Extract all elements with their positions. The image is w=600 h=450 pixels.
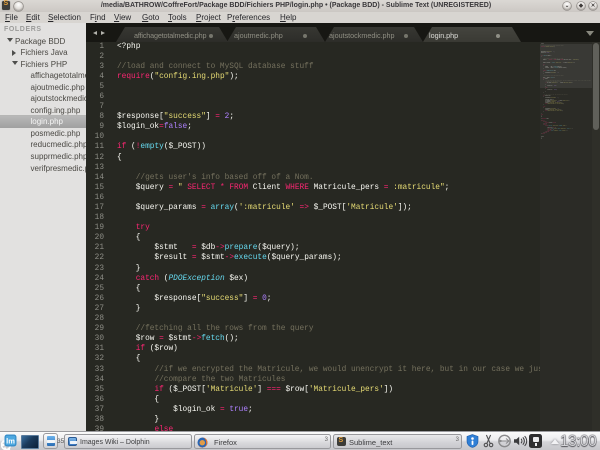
svg-text:lm: lm — [6, 436, 15, 445]
